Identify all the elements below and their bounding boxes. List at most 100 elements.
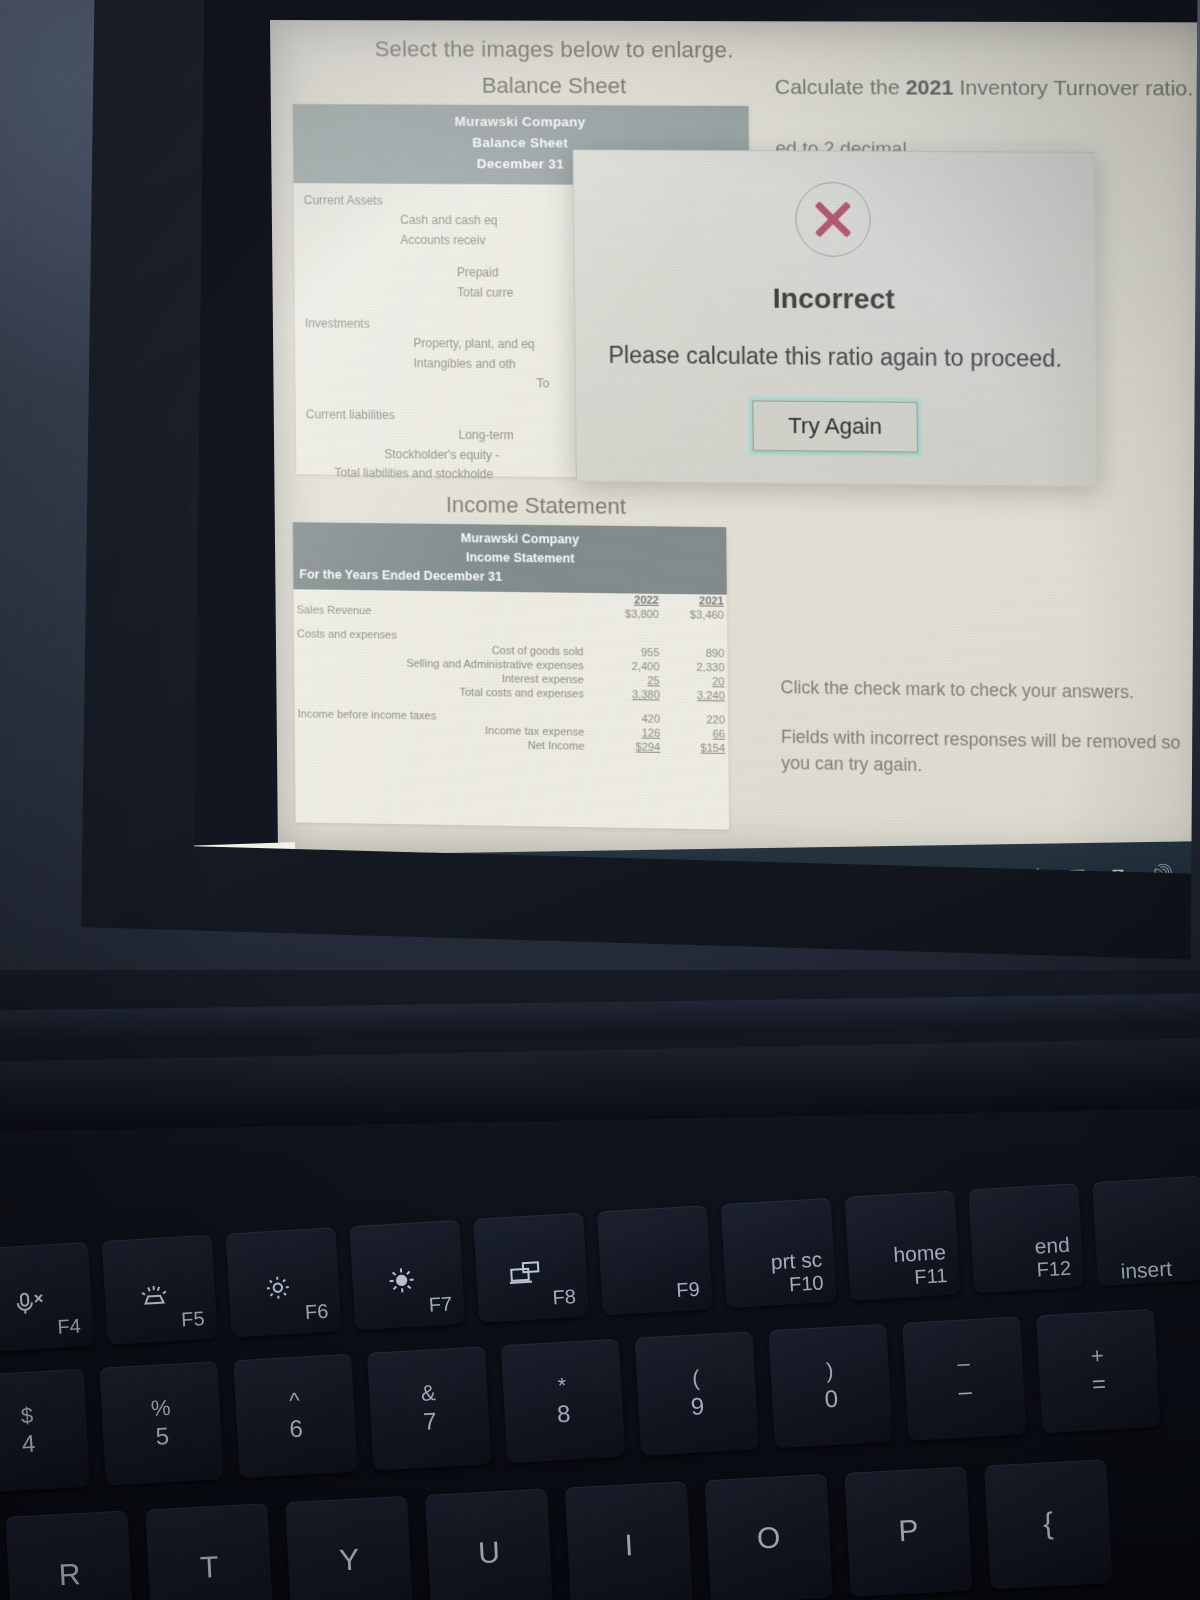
key-7-label: 7 (423, 1410, 438, 1435)
key-r-label: R (58, 1558, 81, 1593)
key-r[interactable]: R (6, 1511, 134, 1600)
is-row-2022: 25 (598, 674, 663, 689)
bs-label: Current liabilities (306, 405, 395, 425)
bs-label: Prepaid (304, 262, 498, 283)
key-f12[interactable]: end F12 (968, 1183, 1084, 1293)
key-f11[interactable]: home F11 (844, 1190, 960, 1300)
key-4[interactable]: $ 4 (0, 1369, 90, 1493)
key-t[interactable]: T (145, 1503, 273, 1600)
key-minus[interactable]: – – (902, 1316, 1026, 1440)
income-statement-thumbnail[interactable]: Murawski Company Income Statement For th… (293, 522, 729, 829)
dialog-message: Please calculate this ratio again to pro… (608, 342, 1062, 373)
key-lbracket[interactable]: { (984, 1459, 1112, 1589)
key-7[interactable]: & 7 (367, 1346, 491, 1470)
show-hidden-icons[interactable]: ^ (1033, 866, 1042, 888)
key-i-label: I (624, 1529, 634, 1563)
key-f9-label: F9 (676, 1279, 701, 1303)
key-f5[interactable]: F5 (102, 1235, 218, 1345)
key-f9[interactable]: F9 (597, 1205, 713, 1315)
key-f4[interactable]: F4 (0, 1242, 94, 1352)
is-row-2021: 3,240 (663, 689, 728, 704)
key-5-label: 5 (155, 1425, 170, 1450)
word-icon[interactable]: W (655, 864, 692, 901)
bs-label: Long-term (306, 424, 514, 446)
hint-line-1: Click the check mark to check your answe… (780, 675, 1200, 707)
is-row-2022: $294 (599, 740, 664, 755)
bs-label: Current Assets (304, 191, 383, 211)
key-u-label: U (477, 1536, 500, 1571)
key-f6[interactable]: F6 (226, 1227, 342, 1337)
key-9[interactable]: ( 9 (635, 1331, 759, 1455)
try-again-button[interactable]: Try Again (752, 400, 918, 452)
key-9-top: ( (692, 1367, 701, 1389)
is-col-2021: 2021 (662, 594, 727, 609)
is-row-2021: 20 (663, 675, 728, 690)
battery-icon[interactable]: ▤ (1068, 864, 1086, 887)
edge-icon[interactable] (407, 868, 444, 905)
key-f8[interactable]: F8 (473, 1213, 589, 1323)
laptop-screen: Select the images below to enlarge. Bala… (192, 0, 1200, 921)
income-statement-header: Murawski Company Income Statement For th… (293, 522, 727, 595)
key-minus-label: – (958, 1380, 973, 1405)
task-view-button[interactable] (345, 869, 382, 906)
start-button[interactable] (283, 870, 320, 907)
key-6-label: 6 (289, 1418, 304, 1443)
hint-line-2: Fields with incorrect responses will be … (781, 725, 1200, 783)
xbox-icon[interactable] (593, 865, 630, 902)
is-col-2022: 2022 (597, 593, 662, 608)
windows-taskbar[interactable]: W ^ ▤ ◘ 🔊 (192, 840, 1200, 921)
question-title-suffix: Inventory Turnover ratio. (953, 76, 1193, 100)
key-f7-label: F7 (428, 1293, 453, 1317)
is-period: For the Years Ended December 31 (297, 565, 727, 589)
question-title: Calculate the 2021 Inventory Turnover ra… (775, 74, 1200, 103)
keyboard-backlight-icon (137, 1284, 172, 1310)
bs-label: Accounts receiv (304, 230, 486, 251)
wifi-icon[interactable]: ◘ (1112, 864, 1124, 886)
screen-bezel: Select the images below to enlarge. Bala… (72, 0, 1200, 998)
key-y[interactable]: Y (285, 1496, 413, 1600)
bs-label: Total liabilities and stockholde (306, 463, 493, 484)
left-white-card (192, 842, 297, 904)
key-f11-label: F11 (914, 1265, 948, 1289)
laptop-photo: Select the images below to enlarge. Bala… (0, 0, 1200, 1600)
bs-label: Investments (305, 314, 370, 334)
key-8-top: * (557, 1375, 567, 1397)
key-f5-label: F5 (181, 1308, 206, 1332)
is-row-2022: 3,380 (598, 688, 663, 703)
key-f12-label: F12 (1036, 1257, 1072, 1281)
key-0[interactable]: ) 0 (768, 1324, 892, 1448)
key-f10-label: F10 (788, 1272, 824, 1296)
key-equals-label: = (1091, 1373, 1106, 1398)
key-f10[interactable]: prt sc F10 (721, 1198, 837, 1308)
bs-label: To (305, 373, 549, 395)
key-f7[interactable]: F7 (349, 1220, 465, 1330)
key-u[interactable]: U (425, 1489, 553, 1600)
key-p-label: P (898, 1514, 920, 1549)
key-insert[interactable]: insert (1092, 1176, 1200, 1286)
file-explorer-icon[interactable] (469, 867, 506, 904)
chrome-icon[interactable] (717, 863, 754, 900)
outlook-icon[interactable] (531, 866, 568, 903)
bs-label: Stockholder's equity - (306, 444, 499, 465)
key-o[interactable]: O (705, 1474, 833, 1600)
is-row-2022 (597, 632, 662, 647)
key-5[interactable]: % 5 (99, 1361, 223, 1485)
key-equals[interactable]: + = (1036, 1309, 1160, 1433)
balance-sheet-caption: Balance Sheet (323, 72, 788, 100)
is-row-2022: 955 (598, 646, 663, 661)
hint-text: Click the check mark to check your answe… (780, 675, 1200, 783)
key-equals-top: + (1090, 1345, 1104, 1368)
key-f10-top: prt sc (770, 1249, 823, 1276)
x-mark-icon (795, 182, 871, 257)
brightness-up-icon (387, 1266, 417, 1296)
key-4-label: 4 (21, 1433, 36, 1458)
key-6[interactable]: ^ 6 (233, 1354, 357, 1478)
key-8[interactable]: * 8 (501, 1339, 625, 1463)
key-f8-label: F8 (552, 1286, 577, 1310)
incorrect-dialog[interactable]: Incorrect Please calculate this ratio ag… (573, 149, 1098, 486)
key-6-top: ^ (289, 1390, 301, 1413)
volume-icon[interactable]: 🔊 (1150, 863, 1174, 887)
income-statement-table: 2022 2021 Sales Revenue $3,800 $3,460 Co… (293, 590, 728, 757)
key-p[interactable]: P (844, 1467, 972, 1597)
key-i[interactable]: I (565, 1481, 693, 1600)
